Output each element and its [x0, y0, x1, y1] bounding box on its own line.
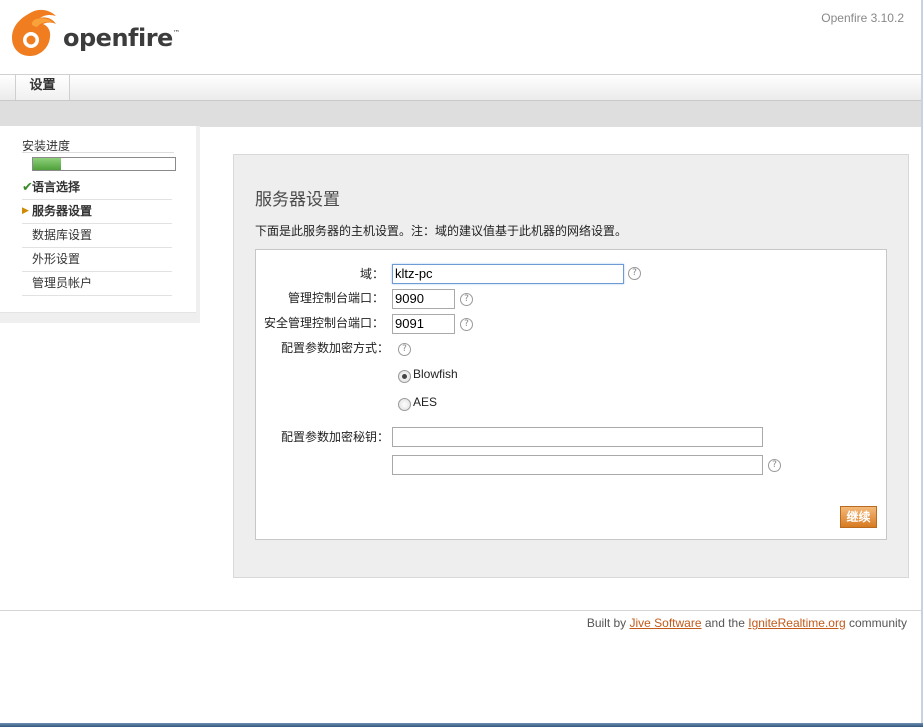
setup-progress-panel: 安装进度 ✔ 语言选择 ▶ 服务器设置 数据库设置 外形设置 管理员帐户 [0, 126, 196, 313]
encryption-key-confirm-input[interactable] [392, 455, 763, 475]
sidebar-item-label: 语言选择 [32, 180, 81, 194]
arrow-right-icon: ▶ [22, 206, 29, 216]
blowfish-label: Blowfish [413, 367, 458, 381]
help-icon[interactable]: ? [460, 318, 473, 331]
footer: Built by Jive Software and the IgniteRea… [587, 616, 907, 630]
sidebar-item-label: 外形设置 [32, 252, 81, 266]
help-icon[interactable]: ? [460, 293, 473, 306]
footer-text: Built by [586, 616, 630, 630]
secure-admin-port-label: 安全管理控制台端口： [263, 316, 384, 330]
progress-bar [32, 157, 176, 171]
sidebar: 安装进度 ✔ 语言选择 ▶ 服务器设置 数据库设置 外形设置 管理员帐户 [0, 126, 200, 323]
header: openfire™ Openfire 3.10.2 [0, 0, 921, 74]
main-panel: 服务器设置 下面是此服务器的主机设置。注：域的建议值基于此机器的网络设置。 域：… [233, 154, 909, 578]
footer-text: community [845, 616, 907, 630]
sidebar-item-admin-account: 管理员帐户 [22, 272, 172, 296]
domain-input[interactable]: kltz-pc [392, 264, 624, 284]
continue-button[interactable]: 继续 [840, 506, 877, 528]
aes-radio[interactable] [398, 398, 411, 411]
tab-bar: 设置 [0, 74, 921, 101]
blowfish-radio[interactable] [398, 370, 411, 383]
domain-label: 域： [359, 267, 384, 281]
help-icon[interactable]: ? [628, 267, 641, 280]
progress-fill [33, 158, 62, 170]
ignite-realtime-link[interactable]: IgniteRealtime.org [748, 616, 845, 630]
admin-port-input[interactable]: 9090 [392, 289, 455, 309]
sidebar-item-label: 服务器设置 [32, 204, 93, 218]
encryption-method-label: 配置参数加密方式： [280, 341, 389, 355]
taskbar-edge [0, 723, 923, 727]
sidebar-item-server-settings: ▶ 服务器设置 [22, 200, 172, 224]
admin-port-label: 管理控制台端口： [287, 291, 384, 305]
aes-label: AES [413, 395, 438, 409]
sidebar-item-profile: 外形设置 [22, 248, 172, 272]
sidebar-item-label: 数据库设置 [32, 228, 93, 242]
page-description: 下面是此服务器的主机设置。注：域的建议值基于此机器的网络设置。 [255, 224, 628, 238]
tab-setup[interactable]: 设置 [15, 75, 70, 100]
server-settings-form: 域： kltz-pc ? 管理控制台端口： 9090 ? 安全管理控制台端口： … [255, 249, 887, 540]
secure-admin-port-input[interactable]: 9091 [392, 314, 455, 334]
help-icon[interactable]: ? [768, 459, 781, 472]
logo-text: openfire™ [63, 24, 180, 52]
footer-text: and the [701, 616, 749, 630]
openfire-logo-icon [12, 9, 56, 56]
check-icon: ✔ [22, 180, 33, 195]
sidebar-item-database: 数据库设置 [22, 224, 172, 248]
help-icon[interactable]: ? [398, 343, 411, 356]
version-label: Openfire 3.10.2 [821, 11, 904, 25]
encryption-key-input[interactable] [392, 427, 763, 447]
jive-software-link[interactable]: Jive Software [630, 616, 702, 630]
page-title: 服务器设置 [255, 190, 340, 210]
footer-divider [0, 610, 921, 611]
sub-tab-bar [0, 100, 921, 127]
divider [22, 152, 174, 153]
sidebar-item-language: ✔ 语言选择 [22, 176, 172, 200]
sidebar-item-label: 管理员帐户 [32, 276, 93, 290]
encryption-key-label: 配置参数加密秘钥： [280, 430, 389, 444]
